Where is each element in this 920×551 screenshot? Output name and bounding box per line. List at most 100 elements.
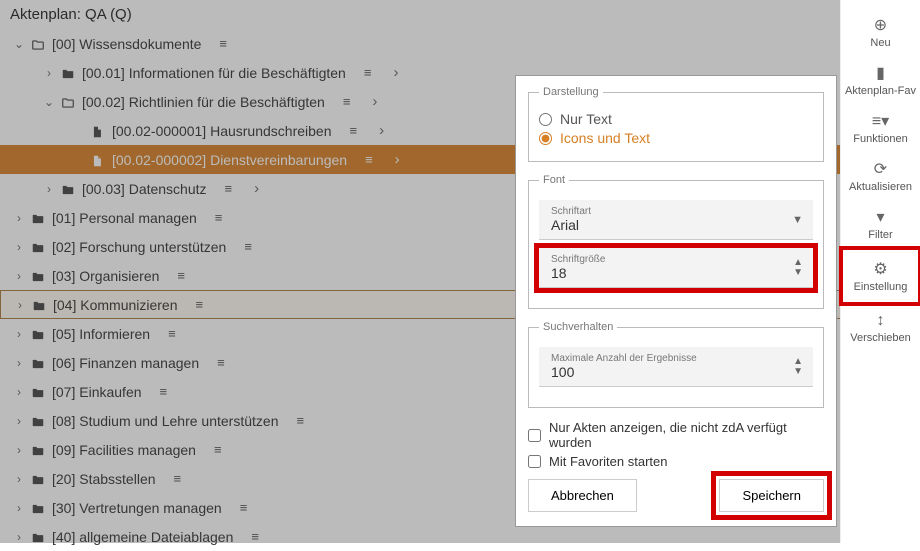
folder-icon (28, 441, 48, 457)
expand-chevron-icon[interactable]: › (10, 472, 28, 486)
input-max-results[interactable]: Maximale Anzahl der Ergebnisse 100 ▲▼ (539, 347, 813, 387)
item-menu-icon[interactable]: ≡ (350, 123, 358, 138)
tree-row[interactable]: ⌄[00] Wissensdokumente≡ (0, 29, 920, 58)
file-icon (88, 151, 108, 167)
sidebar-settings-icon: ⚙ (873, 259, 887, 279)
sidebar-new[interactable]: ⊕Neu (841, 8, 920, 56)
expand-chevron-icon[interactable]: › (11, 298, 29, 312)
schriftart-value: Arial (551, 217, 801, 233)
item-menu-icon[interactable]: ≡ (244, 239, 252, 254)
expand-chevron-icon[interactable]: ⌄ (40, 95, 58, 109)
item-menu-icon[interactable]: ≡ (225, 181, 233, 196)
checkbox-favoriten-input[interactable] (528, 455, 541, 468)
spinner-icon[interactable]: ▲▼ (793, 357, 803, 377)
fieldset-font: Font Schriftart Arial ▼ Schriftgröße 18 … (528, 174, 824, 309)
tree-item-label: [05] Informieren (48, 326, 150, 342)
input-schriftgroesse[interactable]: Schriftgröße 18 ▲▼ (539, 248, 813, 288)
item-menu-icon[interactable]: ≡ (240, 500, 248, 515)
sidebar-filter[interactable]: ▾Filter (841, 200, 920, 248)
tree-item-label: [06] Finanzen managen (48, 355, 199, 371)
tree-item-label: [30] Vertretungen managen (48, 500, 222, 516)
item-arrow-icon[interactable]: › (379, 122, 384, 139)
legend-darstellung: Darstellung (539, 86, 603, 98)
folder-icon (28, 383, 48, 399)
item-menu-icon[interactable]: ≡ (364, 65, 372, 80)
schriftart-label: Schriftart (551, 206, 801, 217)
expand-chevron-icon[interactable]: › (10, 530, 28, 544)
expand-chevron-icon[interactable]: › (10, 356, 28, 370)
save-button[interactable]: Speichern (719, 479, 824, 512)
expand-chevron-icon[interactable]: › (10, 385, 28, 399)
sidebar-fav[interactable]: ▮ Aktenplan-Fav (841, 56, 920, 104)
item-menu-icon[interactable]: ≡ (168, 326, 176, 341)
sidebar-functions-icon: ≡▾ (872, 111, 889, 131)
sidebar-functions[interactable]: ≡▾Funktionen (841, 104, 920, 152)
settings-dialog: Darstellung Nur Text Icons und Text Font… (515, 75, 837, 527)
checkbox-nur-akten[interactable]: Nur Akten anzeigen, die nicht zdA verfüg… (528, 420, 824, 450)
item-menu-icon[interactable]: ≡ (177, 268, 185, 283)
schriftgroesse-label: Schriftgröße (551, 254, 801, 265)
page-title: Aktenplan: QA (Q) (0, 0, 920, 29)
folder-icon (28, 238, 48, 254)
folder-icon (28, 267, 48, 283)
expand-chevron-icon[interactable]: › (10, 414, 28, 428)
sidebar-filter-icon: ▾ (876, 207, 884, 227)
expand-chevron-icon[interactable]: › (40, 66, 58, 80)
dropdown-caret-icon: ▼ (792, 214, 803, 226)
sidebar-fav-label: Aktenplan-Fav (845, 85, 916, 97)
expand-chevron-icon[interactable]: › (10, 443, 28, 457)
expand-chevron-icon[interactable]: › (10, 269, 28, 283)
item-arrow-icon[interactable]: › (254, 180, 259, 197)
folder-icon (28, 528, 48, 544)
expand-chevron-icon[interactable]: › (10, 327, 28, 341)
item-arrow-icon[interactable]: › (372, 93, 377, 110)
radio-icons-text-input[interactable] (539, 132, 552, 145)
item-menu-icon[interactable]: ≡ (219, 36, 227, 51)
tree-item-label: [00.02-000001] Hausrundschreiben (108, 123, 332, 139)
expand-chevron-icon[interactable]: ⌄ (10, 37, 28, 51)
tree-item-label: [20] Stabsstellen (48, 471, 156, 487)
folder-icon (29, 296, 49, 312)
sidebar-refresh-label: Aktualisieren (849, 181, 912, 193)
item-menu-icon[interactable]: ≡ (196, 297, 204, 312)
folder-icon (58, 180, 78, 196)
radio-nur-text-input[interactable] (539, 113, 552, 126)
folder-icon (28, 499, 48, 515)
radio-nur-text-label: Nur Text (560, 111, 612, 127)
spinner-icon[interactable]: ▲▼ (793, 258, 803, 278)
tree-item-label: [02] Forschung unterstützen (48, 239, 226, 255)
tree-item-label: [00.02] Richtlinien für die Beschäftigte… (78, 94, 325, 110)
tree-item-label: [00.01] Informationen für die Beschäftig… (78, 65, 346, 81)
item-arrow-icon[interactable]: › (395, 151, 400, 168)
tree-item-label: [01] Personal managen (48, 210, 197, 226)
folder-icon (58, 93, 78, 109)
radio-icons-text[interactable]: Icons und Text (539, 130, 813, 146)
folder-icon (28, 470, 48, 486)
sidebar-refresh[interactable]: ⟳Aktualisieren (841, 152, 920, 200)
expand-chevron-icon[interactable]: › (10, 211, 28, 225)
item-menu-icon[interactable]: ≡ (160, 384, 168, 399)
sidebar-fav-icon: ▮ (876, 63, 885, 83)
expand-chevron-icon[interactable]: › (40, 182, 58, 196)
legend-font: Font (539, 174, 569, 186)
item-menu-icon[interactable]: ≡ (215, 210, 223, 225)
item-menu-icon[interactable]: ≡ (296, 413, 304, 428)
legend-suchverhalten: Suchverhalten (539, 321, 617, 333)
expand-chevron-icon[interactable]: › (10, 240, 28, 254)
item-menu-icon[interactable]: ≡ (365, 152, 373, 167)
expand-chevron-icon[interactable]: › (10, 501, 28, 515)
sidebar-move[interactable]: ↕Verschieben (841, 304, 920, 352)
checkbox-nur-akten-label: Nur Akten anzeigen, die nicht zdA verfüg… (549, 420, 824, 450)
checkbox-nur-akten-input[interactable] (528, 429, 541, 442)
checkbox-favoriten[interactable]: Mit Favoriten starten (528, 454, 824, 469)
item-menu-icon[interactable]: ≡ (217, 355, 225, 370)
radio-nur-text[interactable]: Nur Text (539, 111, 813, 127)
item-menu-icon[interactable]: ≡ (251, 529, 259, 544)
select-schriftart[interactable]: Schriftart Arial ▼ (539, 200, 813, 240)
sidebar-settings[interactable]: ⚙Einstellung (841, 248, 920, 304)
item-menu-icon[interactable]: ≡ (174, 471, 182, 486)
item-menu-icon[interactable]: ≡ (343, 94, 351, 109)
cancel-button[interactable]: Abbrechen (528, 479, 637, 512)
item-arrow-icon[interactable]: › (393, 64, 398, 81)
item-menu-icon[interactable]: ≡ (214, 442, 222, 457)
